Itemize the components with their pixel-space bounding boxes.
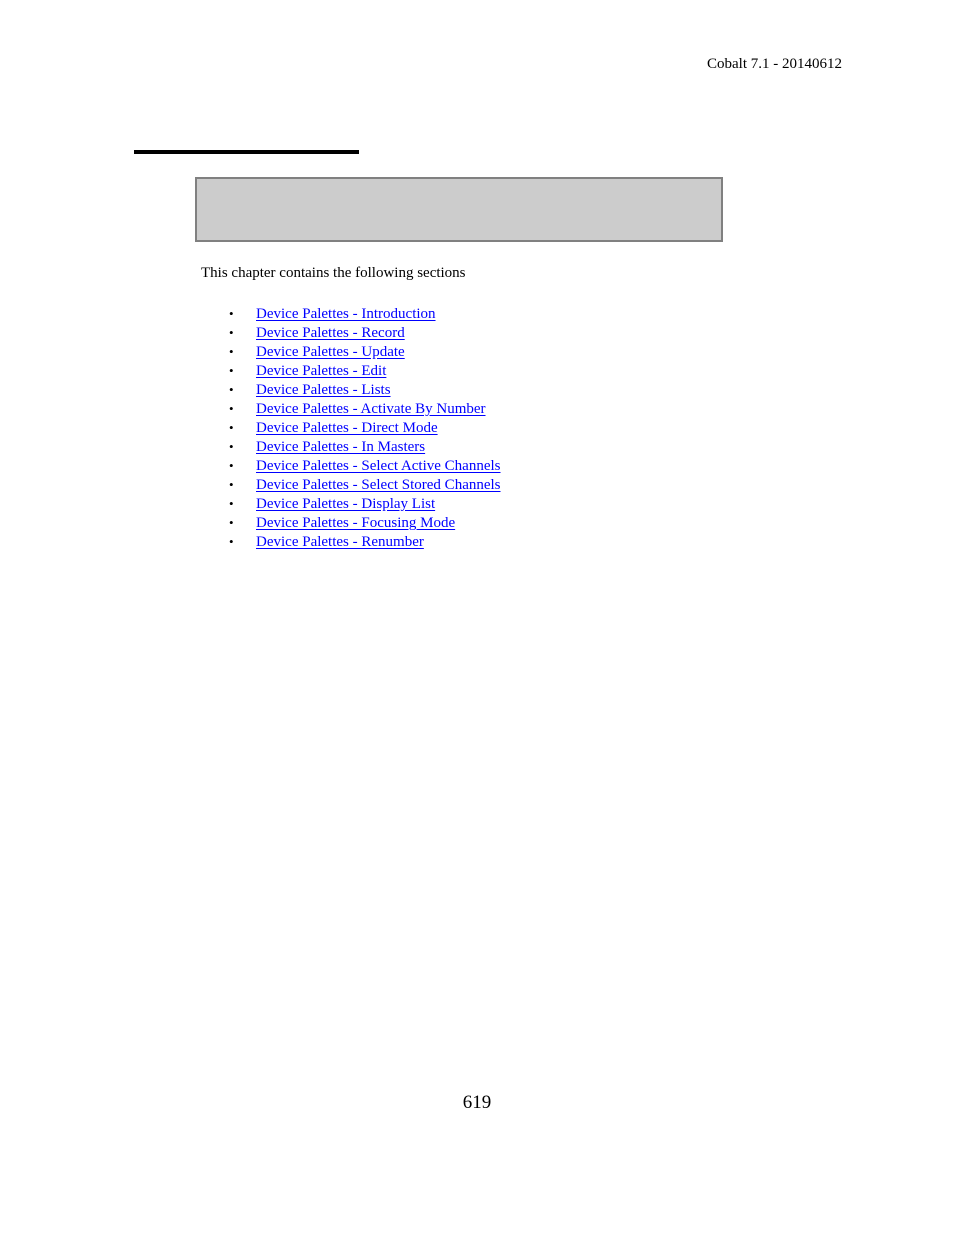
bullet-icon: • — [229, 439, 234, 454]
section-link-lists[interactable]: Device Palettes - Lists — [256, 382, 391, 398]
list-item: • Device Palettes - Direct Mode — [229, 419, 501, 438]
bullet-icon: • — [229, 344, 234, 359]
list-item: • Device Palettes - In Masters — [229, 438, 501, 457]
bullet-icon: • — [229, 325, 234, 340]
section-link-in-masters[interactable]: Device Palettes - In Masters — [256, 439, 425, 455]
list-item: • Device Palettes - Edit — [229, 362, 501, 381]
section-link-record[interactable]: Device Palettes - Record — [256, 325, 405, 341]
section-link-select-stored-channels[interactable]: Device Palettes - Select Stored Channels — [256, 477, 501, 493]
section-link-direct-mode[interactable]: Device Palettes - Direct Mode — [256, 420, 438, 436]
list-item: • Device Palettes - Renumber — [229, 533, 501, 552]
list-item: • Device Palettes - Record — [229, 324, 501, 343]
bullet-icon: • — [229, 420, 234, 435]
list-item: • Device Palettes - Introduction — [229, 305, 501, 324]
section-link-update[interactable]: Device Palettes - Update — [256, 344, 405, 360]
document-version-header: Cobalt 7.1 - 20140612 — [707, 56, 842, 72]
section-link-introduction[interactable]: Device Palettes - Introduction — [256, 306, 436, 322]
chapter-intro-text: This chapter contains the following sect… — [201, 265, 466, 281]
section-link-focusing-mode[interactable]: Device Palettes - Focusing Mode — [256, 515, 455, 531]
bullet-icon: • — [229, 382, 234, 397]
list-item: • Device Palettes - Activate By Number — [229, 400, 501, 419]
section-link-activate-by-number[interactable]: Device Palettes - Activate By Number — [256, 401, 486, 417]
list-item: • Device Palettes - Select Stored Channel… — [229, 476, 501, 495]
bullet-icon: • — [229, 363, 234, 378]
section-link-select-active-channels[interactable]: Device Palettes - Select Active Channels — [256, 458, 501, 474]
chapter-title-box — [195, 177, 723, 242]
list-item: • Device Palettes - Select Active Channel… — [229, 457, 501, 476]
bullet-icon: • — [229, 477, 234, 492]
list-item: • Device Palettes - Display List — [229, 495, 501, 514]
bullet-icon: • — [229, 401, 234, 416]
bullet-icon: • — [229, 496, 234, 511]
chapter-heading-rule — [134, 150, 359, 154]
list-item: • Device Palettes - Update — [229, 343, 501, 362]
section-link-display-list[interactable]: Device Palettes - Display List — [256, 496, 435, 512]
section-link-edit[interactable]: Device Palettes - Edit — [256, 363, 386, 379]
list-item: • Device Palettes - Focusing Mode — [229, 514, 501, 533]
list-item: • Device Palettes - Lists — [229, 381, 501, 400]
bullet-icon: • — [229, 458, 234, 473]
bullet-icon: • — [229, 515, 234, 530]
section-link-renumber[interactable]: Device Palettes - Renumber — [256, 534, 424, 550]
bullet-icon: • — [229, 306, 234, 321]
page-number: 619 — [462, 1092, 492, 1113]
bullet-icon: • — [229, 534, 234, 549]
section-link-list: • Device Palettes - Introduction • Device … — [229, 305, 501, 552]
